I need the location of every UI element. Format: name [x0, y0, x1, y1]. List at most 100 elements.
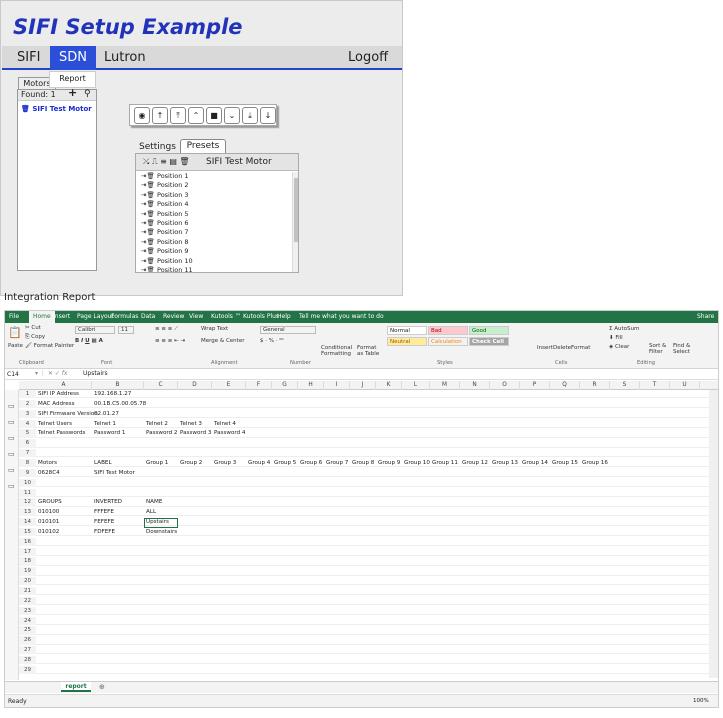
clear-button[interactable]: ◈ Clear [609, 344, 629, 350]
cell[interactable]: Group 16 [580, 459, 608, 467]
down-icon[interactable]: ↓ [260, 107, 276, 124]
cell[interactable]: 0628C4 [36, 469, 60, 477]
cell[interactable]: Group 4 [246, 459, 270, 467]
tab-presets[interactable]: Presets [180, 139, 226, 153]
cell[interactable]: NAME [144, 498, 162, 506]
spreadsheet-grid[interactable]: 1 SIFI IP Address 192.168.1.27 2 MAC Address… [19, 390, 709, 678]
nav-sifi[interactable]: SIFI [17, 46, 40, 70]
conditional-formatting-button[interactable]: Conditional Formatting [321, 345, 357, 357]
align-buttons-bottom[interactable]: ≡ ≡ ≡ ⇤ ⇥ [155, 338, 185, 344]
cell[interactable]: Password 4 [212, 429, 245, 437]
column-header[interactable]: G [272, 381, 298, 390]
cell[interactable]: Group 8 [350, 459, 374, 467]
row-number[interactable]: 10 [19, 478, 36, 487]
chevron-up-icon[interactable]: ⌃ [188, 107, 204, 124]
cell[interactable]: FEFEFE [92, 518, 114, 526]
cell[interactable]: Group 5 [272, 459, 296, 467]
nav-sdn[interactable]: SDN [50, 46, 96, 70]
column-header[interactable]: E [212, 381, 246, 390]
side-tool-icon[interactable]: ▭ [8, 418, 15, 426]
column-header[interactable]: T [640, 381, 670, 390]
bottom-icon[interactable]: ⤓ [242, 107, 258, 124]
column-header[interactable]: B [92, 381, 144, 390]
column-header[interactable]: M [430, 381, 460, 390]
row-number[interactable]: 25 [19, 626, 36, 635]
cell[interactable]: FFFEFE [92, 508, 114, 516]
cell[interactable]: Group 6 [298, 459, 322, 467]
nav-lutron[interactable]: Lutron [104, 46, 146, 70]
column-header[interactable]: R [580, 381, 610, 390]
preset-actions-icon[interactable]: ⇥🗑 [141, 191, 157, 200]
style-bad[interactable]: Bad [428, 326, 468, 335]
menu-help[interactable]: Help [277, 312, 291, 322]
format-painter-button[interactable]: 🖌 Format Painter [25, 343, 74, 349]
column-header[interactable]: P [520, 381, 550, 390]
up-icon[interactable]: ↑ [152, 107, 168, 124]
cell[interactable]: SIFI Test Motor [92, 469, 135, 477]
vertical-scrollbar[interactable] [709, 390, 718, 678]
name-box[interactable]: C14 [7, 370, 31, 379]
column-header[interactable]: C [144, 381, 178, 390]
paste-button[interactable]: Paste [8, 343, 23, 349]
cell[interactable]: MAC Address [36, 400, 75, 408]
style-good[interactable]: Good [469, 326, 509, 335]
column-header[interactable]: F [246, 381, 272, 390]
row-number[interactable]: 17 [19, 547, 36, 556]
selected-cell[interactable] [144, 518, 178, 528]
fill-button[interactable]: ⬇ Fill [609, 335, 623, 341]
nav-logoff[interactable]: Logoff [348, 46, 388, 70]
cell[interactable]: Password 1 [92, 429, 125, 437]
row-number[interactable]: 12 [19, 498, 36, 507]
preset-actions-icon[interactable]: ⇥🗑 [141, 228, 157, 237]
cell[interactable]: Group 11 [430, 459, 458, 467]
side-tool-icon[interactable]: ▭ [8, 482, 15, 490]
column-header[interactable]: H [298, 381, 324, 390]
cell[interactable]: FDFEFE [92, 528, 115, 536]
column-header[interactable]: K [376, 381, 402, 390]
row-number[interactable]: 24 [19, 616, 36, 625]
font-name-select[interactable]: Calibri [75, 326, 115, 334]
row-number[interactable]: 8 [19, 458, 36, 468]
cell[interactable]: INVERTED [92, 498, 122, 506]
insert-cells-button[interactable]: Insert [537, 345, 553, 351]
style-calculation[interactable]: Calculation [428, 337, 468, 346]
autosum-button[interactable]: Σ AutoSum [609, 326, 639, 332]
wrap-text-button[interactable]: Wrap Text [201, 326, 228, 332]
add-sheet-icon[interactable]: ⊕ [99, 683, 105, 691]
cell[interactable]: Telnet 1 [92, 420, 116, 428]
row-number[interactable]: 5 [19, 429, 36, 438]
preset-actions-icon[interactable]: ⇥🗑 [141, 172, 157, 181]
side-tool-icon[interactable]: ▭ [8, 402, 15, 410]
cell[interactable]: Group 7 [324, 459, 348, 467]
preset-row[interactable]: ⇥🗑 Position 9 [136, 247, 292, 256]
cell[interactable]: Motors [36, 459, 57, 467]
preset-actions-icon[interactable]: ⇥🗑 [141, 219, 157, 228]
row-number[interactable]: 27 [19, 646, 36, 655]
column-header[interactable]: U [670, 381, 700, 390]
cell[interactable]: 192.168.1.27 [92, 390, 131, 398]
trash-icon[interactable]: 🗑 [21, 105, 30, 113]
row-number[interactable]: 21 [19, 587, 36, 596]
column-header[interactable]: Q [550, 381, 580, 390]
cell[interactable]: Group 12 [460, 459, 488, 467]
cell[interactable]: Telnet 2 [144, 420, 168, 428]
row-number[interactable]: 11 [19, 488, 36, 497]
column-header[interactable]: L [402, 381, 430, 390]
cell[interactable]: Telnet 4 [212, 420, 236, 428]
fx-icon[interactable]: ▾ ⋮ ✕ ✓ fx [35, 370, 67, 377]
cell[interactable]: 010100 [36, 508, 59, 516]
row-number[interactable]: 15 [19, 527, 36, 537]
preset-row[interactable]: ⇥🗑 Position 5 [136, 210, 292, 219]
cell[interactable]: Group 15 [550, 459, 578, 467]
column-header[interactable]: A [36, 381, 92, 390]
row-number[interactable]: 1 [19, 390, 36, 399]
preset-row[interactable]: ⇥🗑 Position 6 [136, 219, 292, 228]
chevron-down-icon[interactable]: ⌄ [224, 107, 240, 124]
column-header[interactable]: D [178, 381, 212, 390]
column-header[interactable]: I [324, 381, 350, 390]
menu-tell-me-what-you-want-to-do[interactable]: Tell me what you want to do [299, 312, 384, 322]
format-as-table-button[interactable]: Format as Table [357, 345, 383, 357]
style-check-cell[interactable]: Check Cell [469, 337, 509, 346]
preset-actions-icon[interactable]: ⇥🗑 [141, 200, 157, 209]
cell[interactable]: SIFI IP Address [36, 390, 79, 398]
